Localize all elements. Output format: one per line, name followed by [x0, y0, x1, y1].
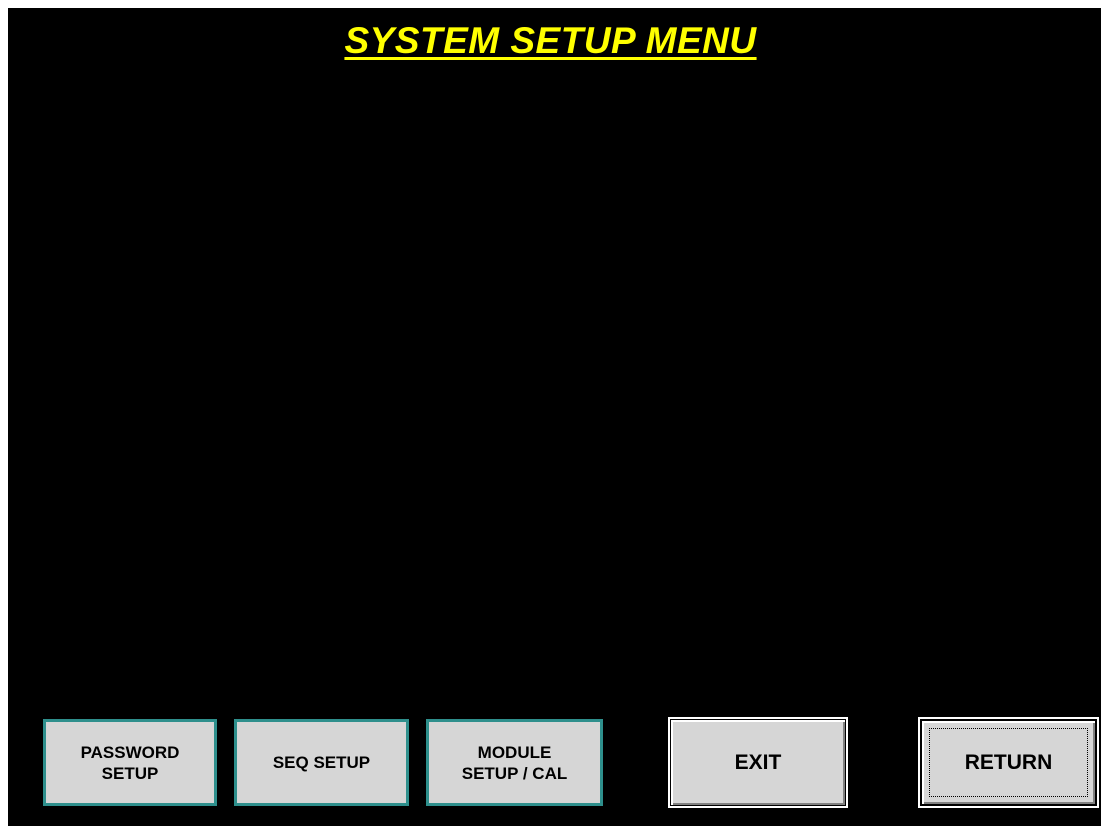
password-setup-label: PASSWORD SETUP	[80, 742, 180, 783]
exit-button[interactable]: EXIT	[668, 717, 848, 808]
exit-label: EXIT	[734, 750, 782, 774]
seq-setup-button[interactable]: SEQ SETUP	[232, 717, 411, 808]
module-setup-cal-button[interactable]: MODULE SETUP / CAL	[424, 717, 605, 808]
seq-setup-label: SEQ SETUP	[272, 753, 371, 772]
return-button[interactable]: RETURN	[918, 717, 1099, 808]
password-setup-button[interactable]: PASSWORD SETUP	[41, 717, 219, 808]
return-label: RETURN	[964, 750, 1053, 774]
module-setup-cal-label: MODULE SETUP / CAL	[461, 742, 568, 783]
page-title: SYSTEM SETUP MENU	[344, 20, 757, 61]
hmi-screen	[8, 8, 1101, 826]
